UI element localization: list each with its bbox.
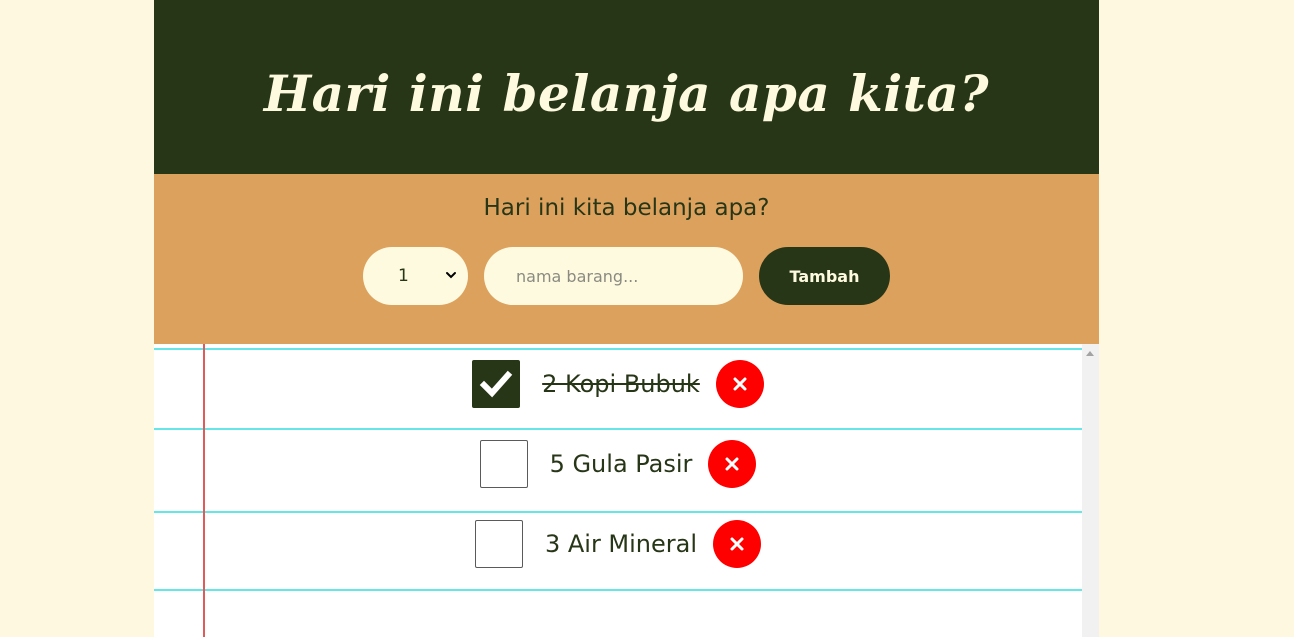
quantity-select[interactable]: 1: [363, 247, 468, 305]
ruled-line: [154, 348, 1082, 350]
form-row: 1 Tambah: [154, 247, 1099, 305]
item-checkbox[interactable]: [474, 520, 523, 568]
form-question: Hari ini kita belanja apa?: [483, 195, 770, 221]
chevron-down-icon: [446, 272, 456, 279]
ruled-line: [154, 589, 1082, 591]
page-header: Hari ini belanja apa kita?: [154, 0, 1099, 174]
shopping-list: 2 Kopi Bubuk 5 Gula Pasir 3 Air Mineral: [154, 344, 1099, 637]
item-label: 3 Air Mineral: [544, 530, 698, 558]
delete-button[interactable]: [713, 520, 762, 568]
item-name-input[interactable]: [484, 247, 743, 305]
close-icon: [733, 377, 747, 391]
quantity-select-value: 1: [398, 266, 409, 286]
check-icon: [479, 370, 513, 398]
add-button[interactable]: Tambah: [759, 247, 890, 305]
item-label: 5 Gula Pasir: [549, 450, 693, 478]
item-checkbox[interactable]: [479, 440, 528, 488]
close-icon: [730, 537, 744, 551]
list-item: 3 Air Mineral: [154, 520, 1082, 568]
ruled-line: [154, 428, 1082, 430]
scrollbar[interactable]: [1082, 344, 1099, 637]
item-label: 2 Kopi Bubuk: [542, 370, 700, 398]
delete-button[interactable]: [715, 360, 764, 408]
app-container: Hari ini belanja apa kita? Hari ini kita…: [154, 0, 1099, 637]
list-item: 5 Gula Pasir: [154, 440, 1082, 488]
add-item-form: Hari ini kita belanja apa? 1 Tambah: [154, 174, 1099, 344]
close-icon: [725, 457, 739, 471]
ruled-line: [154, 511, 1082, 513]
scroll-up-arrow-icon[interactable]: [1086, 351, 1094, 356]
page-title: Hari ini belanja apa kita?: [263, 63, 990, 123]
item-checkbox[interactable]: [472, 360, 521, 408]
delete-button[interactable]: [708, 440, 757, 488]
list-item: 2 Kopi Bubuk: [154, 360, 1082, 408]
